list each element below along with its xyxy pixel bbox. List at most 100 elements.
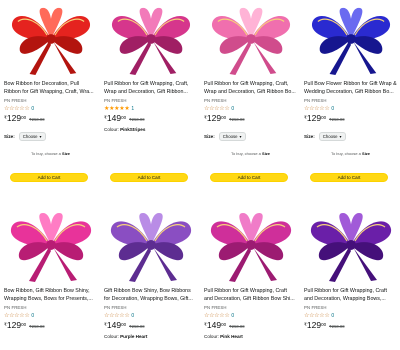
- star-rating-icon[interactable]: ☆☆☆☆☆: [204, 313, 230, 319]
- review-count[interactable]: 0: [331, 106, 334, 112]
- hint-bold: Size: [362, 151, 371, 156]
- price-fraction: 00: [221, 115, 227, 120]
- list-price: ₹250.00: [29, 324, 45, 329]
- product-image[interactable]: [305, 2, 397, 76]
- colour-label: Colour:: [204, 334, 219, 339]
- colour-value: PinkStripes: [120, 127, 146, 132]
- brand-name: PN FRESH: [304, 305, 327, 310]
- product-title[interactable]: Bow Ribbon, Gift Ribbon Bow Shiny, Wrapp…: [4, 287, 97, 303]
- hint-bold: Size: [262, 151, 271, 156]
- brand-name: PN FRESH: [304, 98, 327, 103]
- add-to-cart-button[interactable]: Add to Cart: [210, 173, 288, 182]
- size-dropdown[interactable]: Choose ▾: [218, 132, 246, 141]
- price-fraction: 00: [321, 115, 327, 120]
- chevron-down-icon: ▾: [39, 134, 42, 139]
- product-title[interactable]: Pull Ribbon for Gift Wrapping, Craft, Wr…: [204, 80, 297, 96]
- add-to-cart-button[interactable]: Add to Cart: [310, 173, 388, 182]
- list-price: ₹250.00: [329, 117, 345, 122]
- brand-name: PN FRESH: [104, 98, 127, 103]
- review-count[interactable]: 0: [331, 313, 334, 319]
- product-card[interactable]: Pull Ribbon for Gift Wrapping, Craft, Wr…: [200, 0, 300, 203]
- review-count[interactable]: 0: [31, 313, 34, 319]
- brand-name: PN FRESH: [204, 305, 227, 310]
- price-whole: 149: [106, 320, 122, 330]
- hint-text: To buy, choose a: [30, 151, 61, 156]
- star-rating-icon[interactable]: ☆☆☆☆☆: [4, 313, 30, 319]
- colour-value: Pink Heart: [220, 334, 243, 339]
- price-whole: 129: [6, 320, 22, 330]
- price-fraction: 00: [121, 115, 127, 120]
- product-grid: Bow Ribbon for Decoration, Pull Ribbon f…: [0, 0, 400, 350]
- product-card[interactable]: Gift Ribbon Bow Shiny, Bow Ribbons for D…: [100, 203, 200, 350]
- size-label: Size:: [204, 134, 215, 139]
- brand-name: PN FRESH: [4, 98, 27, 103]
- gift-bow-icon: [210, 213, 291, 282]
- gift-bow-icon: [110, 213, 191, 282]
- product-title[interactable]: Pull Ribbon for Gift Wrapping, Craft and…: [304, 287, 397, 303]
- star-rating-icon[interactable]: ☆☆☆☆☆: [104, 313, 130, 319]
- product-image[interactable]: [205, 2, 297, 76]
- product-title[interactable]: Gift Ribbon Bow Shiny, Bow Ribbons for D…: [104, 287, 197, 303]
- size-dropdown[interactable]: Choose ▾: [318, 132, 346, 141]
- price: ₹129 00 ₹250.00: [4, 321, 97, 331]
- colour-label: Colour:: [104, 334, 119, 339]
- product-card[interactable]: Pull Ribbon for Gift Wrapping, Craft and…: [300, 203, 400, 350]
- product-title[interactable]: Pull Ribbon for Gift Wrapping, Craft and…: [204, 287, 297, 303]
- choose-size-hint: To buy, choose a Size: [304, 151, 397, 156]
- colour-label: Colour:: [104, 127, 119, 132]
- product-card[interactable]: Bow Ribbon for Decoration, Pull Ribbon f…: [0, 0, 100, 203]
- price-whole: 129: [206, 113, 222, 123]
- price: ₹149 00 ₹250.00: [104, 114, 197, 124]
- product-image[interactable]: [5, 2, 97, 76]
- review-count[interactable]: 0: [131, 313, 134, 319]
- list-price: ₹250.00: [129, 324, 145, 329]
- review-count[interactable]: 0: [231, 106, 234, 112]
- colour-info: Colour: Pink Heart: [204, 334, 297, 339]
- price: ₹129 00 ₹250.00: [304, 321, 397, 331]
- price-fraction: 00: [21, 322, 27, 327]
- price-fraction: 00: [21, 115, 27, 120]
- price-whole: 129: [306, 320, 322, 330]
- colour-info: Colour: PinkStripes: [104, 127, 197, 132]
- product-card[interactable]: Pull Ribbon for Gift Wrapping, Craft and…: [200, 203, 300, 350]
- gift-bow-icon: [310, 213, 391, 282]
- product-card[interactable]: Bow Ribbon, Gift Ribbon Bow Shiny, Wrapp…: [0, 203, 100, 350]
- price-fraction: 00: [121, 322, 127, 327]
- brand-name: PN FRESH: [4, 305, 27, 310]
- hint-text: To buy, choose a: [230, 151, 261, 156]
- price: ₹129 00 ₹250.00: [4, 114, 97, 124]
- product-image[interactable]: [305, 207, 397, 283]
- hint-text: To buy, choose a: [330, 151, 361, 156]
- size-dropdown-value: Choose: [222, 134, 238, 139]
- gift-bow-icon: [111, 7, 190, 76]
- review-count[interactable]: 0: [31, 106, 34, 112]
- product-card[interactable]: Pull Ribbon for Gift Wrapping, Craft, Wr…: [100, 0, 200, 203]
- product-title[interactable]: Bow Ribbon for Decoration, Pull Ribbon f…: [4, 80, 97, 96]
- review-count[interactable]: 1: [131, 106, 134, 112]
- review-count[interactable]: 0: [231, 313, 234, 319]
- price-whole: 129: [6, 113, 22, 123]
- hint-bold: Size: [62, 151, 71, 156]
- size-dropdown[interactable]: Choose ▾: [18, 132, 46, 141]
- star-rating-icon[interactable]: ☆☆☆☆☆: [304, 313, 330, 319]
- product-image[interactable]: [205, 207, 297, 283]
- colour-info: Colour: Purple Heart: [104, 334, 197, 339]
- product-image[interactable]: [5, 207, 97, 283]
- price: ₹149 00 ₹250.00: [104, 321, 197, 331]
- product-image[interactable]: [105, 2, 197, 76]
- star-rating-icon[interactable]: ☆☆☆☆☆: [304, 106, 330, 112]
- size-dropdown-value: Choose: [322, 134, 338, 139]
- add-to-cart-button[interactable]: Add to Cart: [110, 173, 188, 182]
- product-image[interactable]: [105, 207, 197, 283]
- add-to-cart-button[interactable]: Add to Cart: [10, 173, 88, 182]
- product-title[interactable]: Pull Ribbon for Gift Wrapping, Craft, Wr…: [104, 80, 197, 96]
- product-title[interactable]: Pull Bow Flower Ribbon for Gift Wrap & W…: [304, 80, 397, 96]
- product-card[interactable]: Pull Bow Flower Ribbon for Gift Wrap & W…: [300, 0, 400, 203]
- gift-bow-icon: [10, 213, 91, 282]
- choose-size-hint: To buy, choose a Size: [204, 151, 297, 156]
- price-whole: 129: [306, 113, 322, 123]
- choose-size-hint: To buy, choose a Size: [4, 151, 97, 156]
- star-rating-icon[interactable]: ☆☆☆☆☆: [4, 106, 30, 112]
- star-rating-icon[interactable]: ★★★★★: [104, 106, 130, 112]
- star-rating-icon[interactable]: ☆☆☆☆☆: [204, 106, 230, 112]
